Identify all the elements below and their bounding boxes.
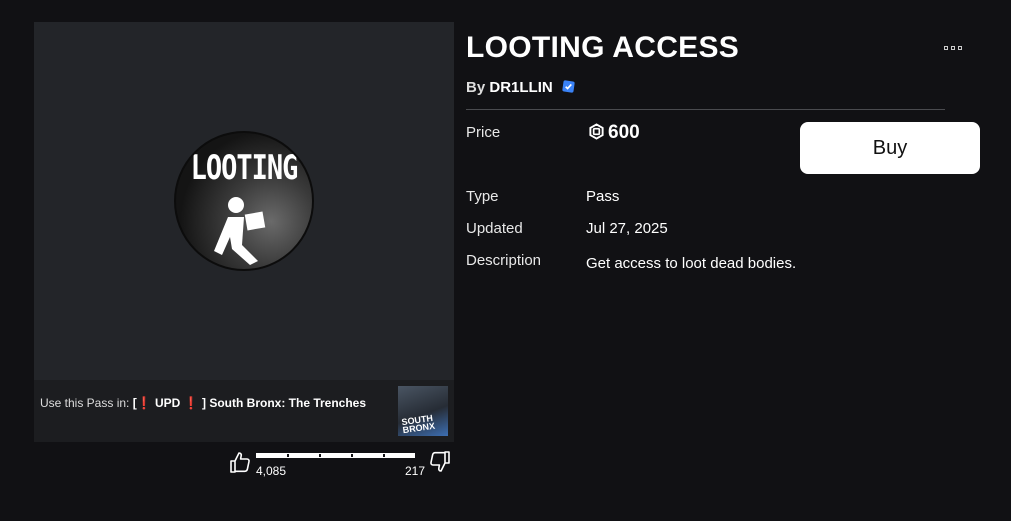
thumbnail-title: LOOTING <box>190 149 299 188</box>
creator-link[interactable]: DR1LLIN <box>489 79 552 96</box>
header-divider <box>466 109 945 110</box>
robux-icon <box>589 123 604 140</box>
experience-upd[interactable]: UPD <box>155 396 180 410</box>
vote-bar-tick <box>351 454 353 457</box>
price-value: 600 <box>588 122 640 144</box>
vote-bar-tick <box>383 454 385 457</box>
thumbs-down-icon[interactable] <box>428 450 452 479</box>
downvote-count: 217 <box>404 464 425 478</box>
by-prefix: By <box>466 79 486 96</box>
exclamation-mark-2: ❗ <box>183 396 199 410</box>
experience-link-text[interactable]: Use this Pass in: [❗ UPD ❗ ] South Bronx… <box>40 396 366 410</box>
item-thumbnail-panel: LOOTING Use this Pass in: [❗ UPD ❗ ] Sou… <box>34 22 454 442</box>
buy-button[interactable]: Buy <box>800 122 980 174</box>
item-thumbnail: LOOTING <box>174 131 314 271</box>
thumbs-up-icon[interactable] <box>228 450 252 479</box>
upvote-count: 4,085 <box>256 464 287 478</box>
description-value: Get access to loot dead bodies. <box>586 255 797 272</box>
creator-byline: By DR1LLIN <box>466 79 576 96</box>
experience-name[interactable]: ] South Bronx: The Trenches <box>202 396 366 410</box>
description-label: Description <box>466 252 542 269</box>
verified-badge-icon <box>562 80 575 93</box>
exclamation-mark-1: ❗ <box>136 396 152 410</box>
type-value: Pass <box>586 188 620 205</box>
experience-thumb-line-2: BRONX <box>402 420 436 436</box>
type-label: Type <box>466 188 499 205</box>
use-in-prefix: Use this Pass in: <box>40 396 130 410</box>
experience-thumbnail[interactable]: SOUTH BRONX <box>398 386 448 436</box>
updated-value: Jul 27, 2025 <box>586 220 668 237</box>
price-label: Price <box>466 124 501 141</box>
experience-link-bar[interactable]: Use this Pass in: [❗ UPD ❗ ] South Bronx… <box>34 380 454 442</box>
experience-thumbnail-text: SOUTH BRONX <box>401 413 436 436</box>
price-amount: 600 <box>608 122 640 143</box>
more-options-icon[interactable] <box>944 44 964 52</box>
vote-bar-tick <box>287 454 289 457</box>
vote-section: 4,085 217 <box>228 450 454 480</box>
vote-bar-tick <box>319 454 321 457</box>
vote-ratio-bar <box>256 453 415 458</box>
item-title: LOOTING ACCESS <box>466 31 740 64</box>
updated-label: Updated <box>466 220 523 237</box>
